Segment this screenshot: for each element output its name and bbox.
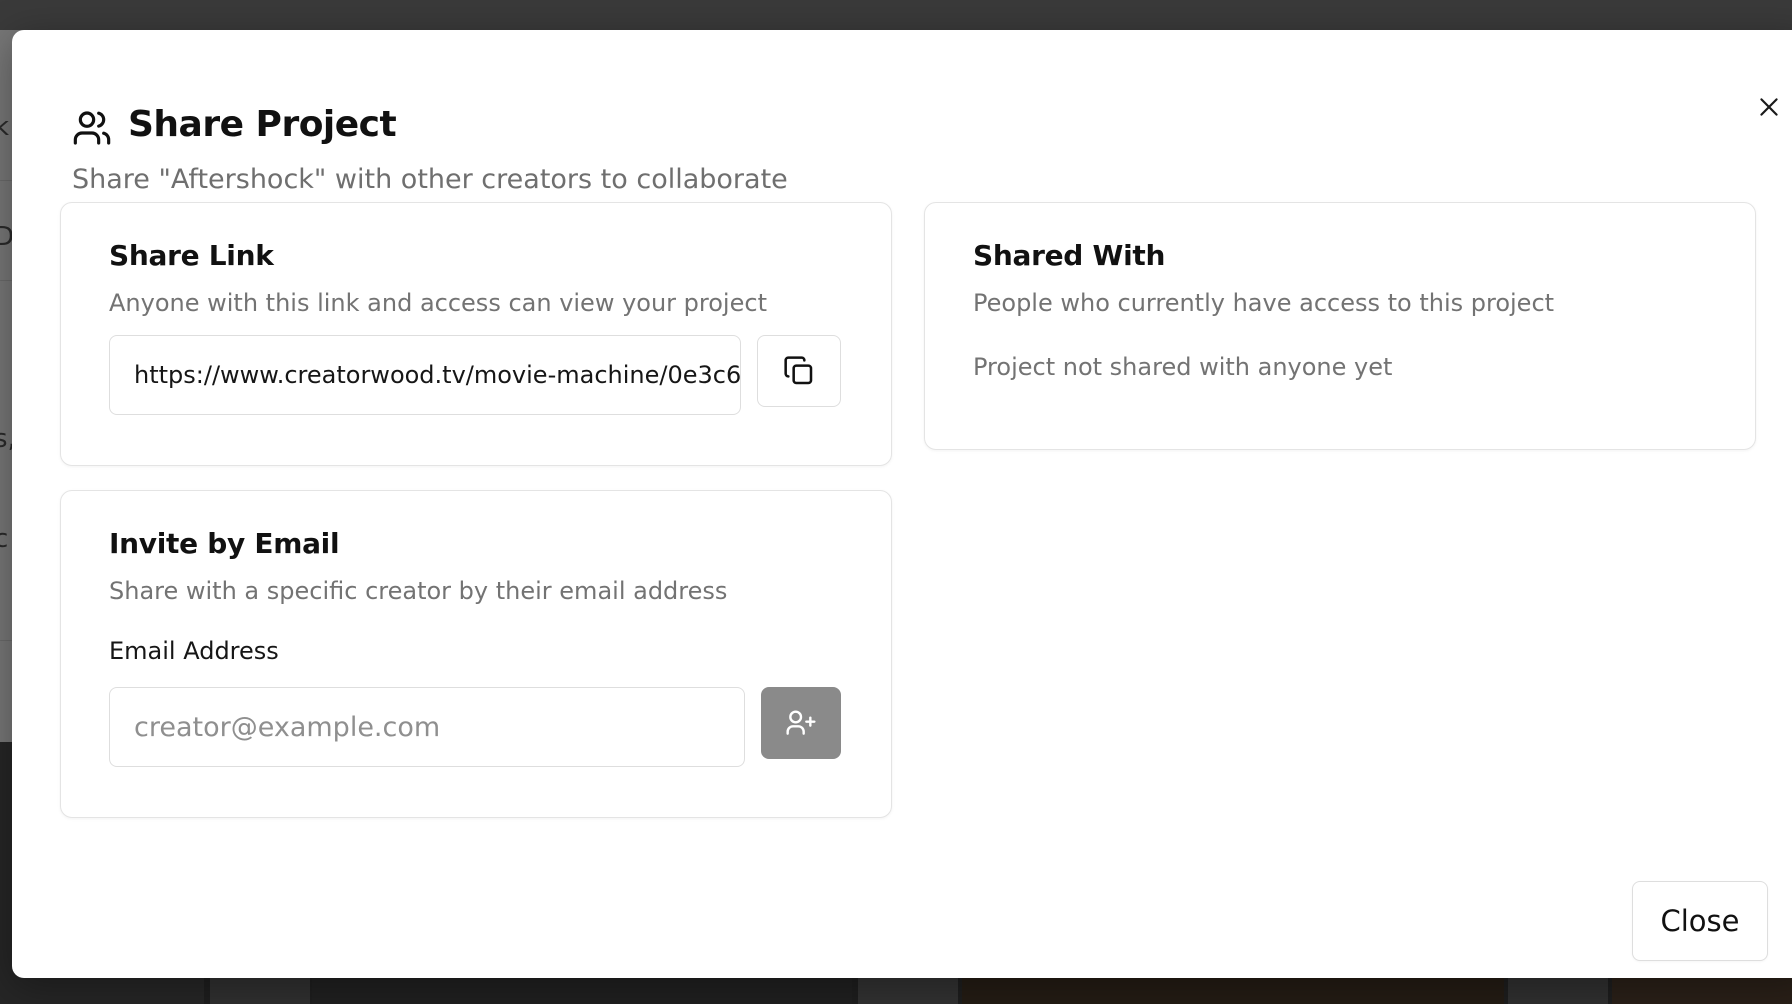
shared-with-empty-message: Project not shared with anyone yet — [973, 353, 1393, 381]
share-link-card: Share Link Anyone with this link and acc… — [60, 202, 892, 466]
shared-with-card: Shared With People who currently have ac… — [924, 202, 1756, 450]
copy-icon — [783, 355, 815, 387]
dialog-title: Share Project — [128, 104, 397, 145]
invite-title: Invite by Email — [109, 527, 340, 560]
share-link-title: Share Link — [109, 239, 274, 272]
share-project-dialog: Share Project Share "Aftershock" with ot… — [12, 30, 1792, 978]
shared-with-title: Shared With — [973, 239, 1166, 272]
email-field[interactable] — [109, 687, 745, 767]
dialog-subtitle: Share "Aftershock" with other creators t… — [72, 164, 788, 195]
invite-user-button[interactable] — [761, 687, 841, 759]
copy-link-button[interactable] — [757, 335, 841, 407]
background-text-fragment: k — [0, 112, 10, 142]
users-icon — [72, 108, 112, 148]
close-icon[interactable] — [1751, 89, 1787, 125]
close-button[interactable]: Close — [1632, 881, 1768, 961]
shared-with-description: People who currently have access to this… — [973, 289, 1555, 317]
share-link-input[interactable]: https://www.creatorwood.tv/movie-machine… — [109, 335, 741, 415]
share-link-description: Anyone with this link and access can vie… — [109, 289, 767, 317]
background-text-fragment: c — [0, 524, 9, 554]
user-plus-icon — [785, 707, 817, 739]
email-address-label: Email Address — [109, 637, 279, 665]
invite-description: Share with a specific creator by their e… — [109, 577, 728, 605]
invite-by-email-card: Invite by Email Share with a specific cr… — [60, 490, 892, 818]
